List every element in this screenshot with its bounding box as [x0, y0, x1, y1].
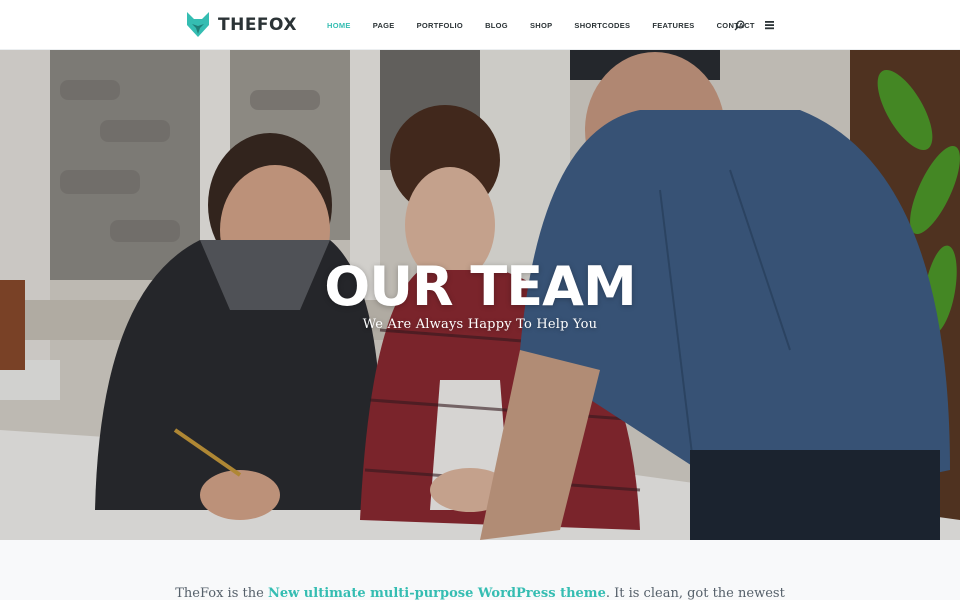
hero-banner: OUR TEAM We Are Always Happy To Help You: [0, 50, 960, 540]
search-icon[interactable]: [732, 18, 746, 32]
fox-head-icon: [187, 12, 209, 37]
nav-item-shortcodes[interactable]: SHORTCODES: [574, 21, 630, 30]
page-title: OUR TEAM: [324, 255, 636, 318]
intro-text-end: . It is clean, got the newest: [605, 586, 785, 600]
page-subtitle: We Are Always Happy To Help You: [362, 317, 598, 332]
nav-item-home[interactable]: HOME: [327, 21, 351, 30]
nav-item-page[interactable]: PAGE: [373, 21, 395, 30]
logo[interactable]: THEFOX: [186, 11, 297, 39]
intro-text-start: TheFox is the: [175, 586, 268, 600]
nav-item-shop[interactable]: SHOP: [530, 21, 552, 30]
nav-item-portfolio[interactable]: PORTFOLIO: [417, 21, 463, 30]
intro-section: TheFox is the New ultimate multi-purpose…: [0, 540, 960, 600]
intro-highlight-link[interactable]: New ultimate multi-purpose WordPress the…: [268, 586, 606, 600]
intro-paragraph: TheFox is the New ultimate multi-purpose…: [0, 586, 960, 600]
brand-name: THEFOX: [218, 15, 298, 35]
site-header: THEFOX HOME PAGE PORTFOLIO BLOG SHOP SHO…: [0, 0, 960, 50]
nav-item-features[interactable]: FEATURES: [652, 21, 694, 30]
hamburger-menu-icon[interactable]: [762, 18, 776, 32]
nav-item-blog[interactable]: BLOG: [485, 21, 508, 30]
main-nav: HOME PAGE PORTFOLIO BLOG SHOP SHORTCODES…: [327, 0, 777, 50]
